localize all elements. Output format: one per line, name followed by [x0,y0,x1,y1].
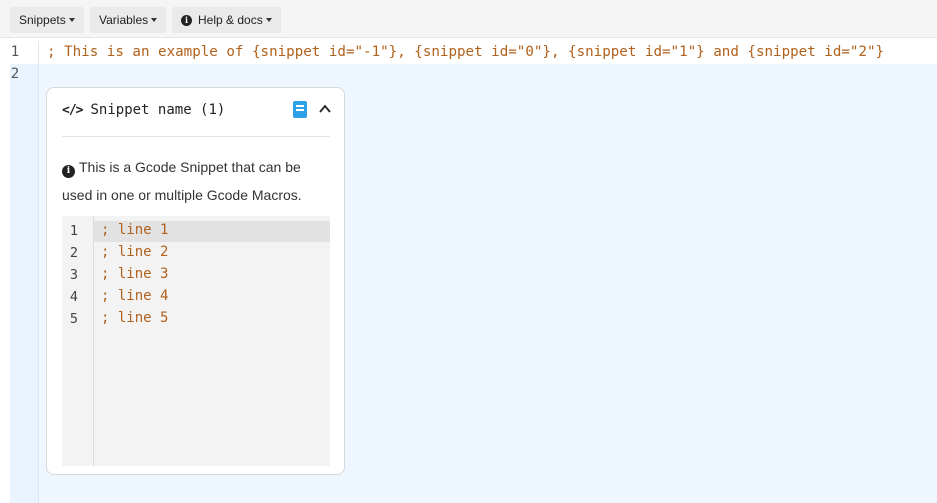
description-text: This is a Gcode Snippet that can be used… [62,159,302,203]
line-number: 1 [10,44,20,60]
snippet-widget: </> Snippet name (1) i This is a Gcode Sn… [46,87,345,475]
gutter-highlight [10,64,38,503]
snippet-header: </> Snippet name (1) [62,100,225,120]
line-number: 2 [10,66,20,82]
divider [62,136,330,137]
snippet-title: Snippet name (1) [90,102,226,118]
snippets-dropdown-button[interactable]: Snippets [10,7,84,33]
snippet-line-number: 4 [69,289,79,305]
snippet-code-line: ; line 3 [101,266,169,282]
code-icon: </> [62,102,84,118]
caret-down-icon [151,18,158,22]
variables-dropdown-button[interactable]: Variables [90,7,167,33]
gutter-divider [38,41,39,503]
chevron-up-icon[interactable] [317,101,333,117]
info-icon: i [181,14,192,26]
book-icon[interactable] [293,101,307,118]
snippet-code-line: ; line 4 [101,288,169,304]
toolbar: Snippets Variables i Help & docs [0,0,937,38]
caret-down-icon [68,18,75,22]
snippet-code-line: ; line 2 [101,244,169,260]
snippet-line-number: 3 [69,267,79,283]
snippet-code-line: ; line 1 [101,222,169,238]
variables-label: Variables [99,13,149,27]
snippets-label: Snippets [19,13,66,27]
snippet-code-preview: 1 ; line 1 2 ; line 2 3 ; line 3 4 ; lin… [62,216,330,466]
caret-down-icon [265,18,272,22]
editor-line-1[interactable]: ; This is an example of {snippet id="-1"… [38,41,937,63]
help-label: Help & docs [198,13,263,27]
snippet-line-number: 2 [69,245,79,261]
snippet-code-line: ; line 5 [101,310,169,326]
snippet-line-number: 1 [69,223,79,239]
snippet-description: i This is a Gcode Snippet that can be use… [62,153,330,209]
help-docs-dropdown-button[interactable]: i Help & docs [172,7,281,33]
snippet-line-number: 5 [69,311,79,327]
info-icon: i [62,165,75,178]
